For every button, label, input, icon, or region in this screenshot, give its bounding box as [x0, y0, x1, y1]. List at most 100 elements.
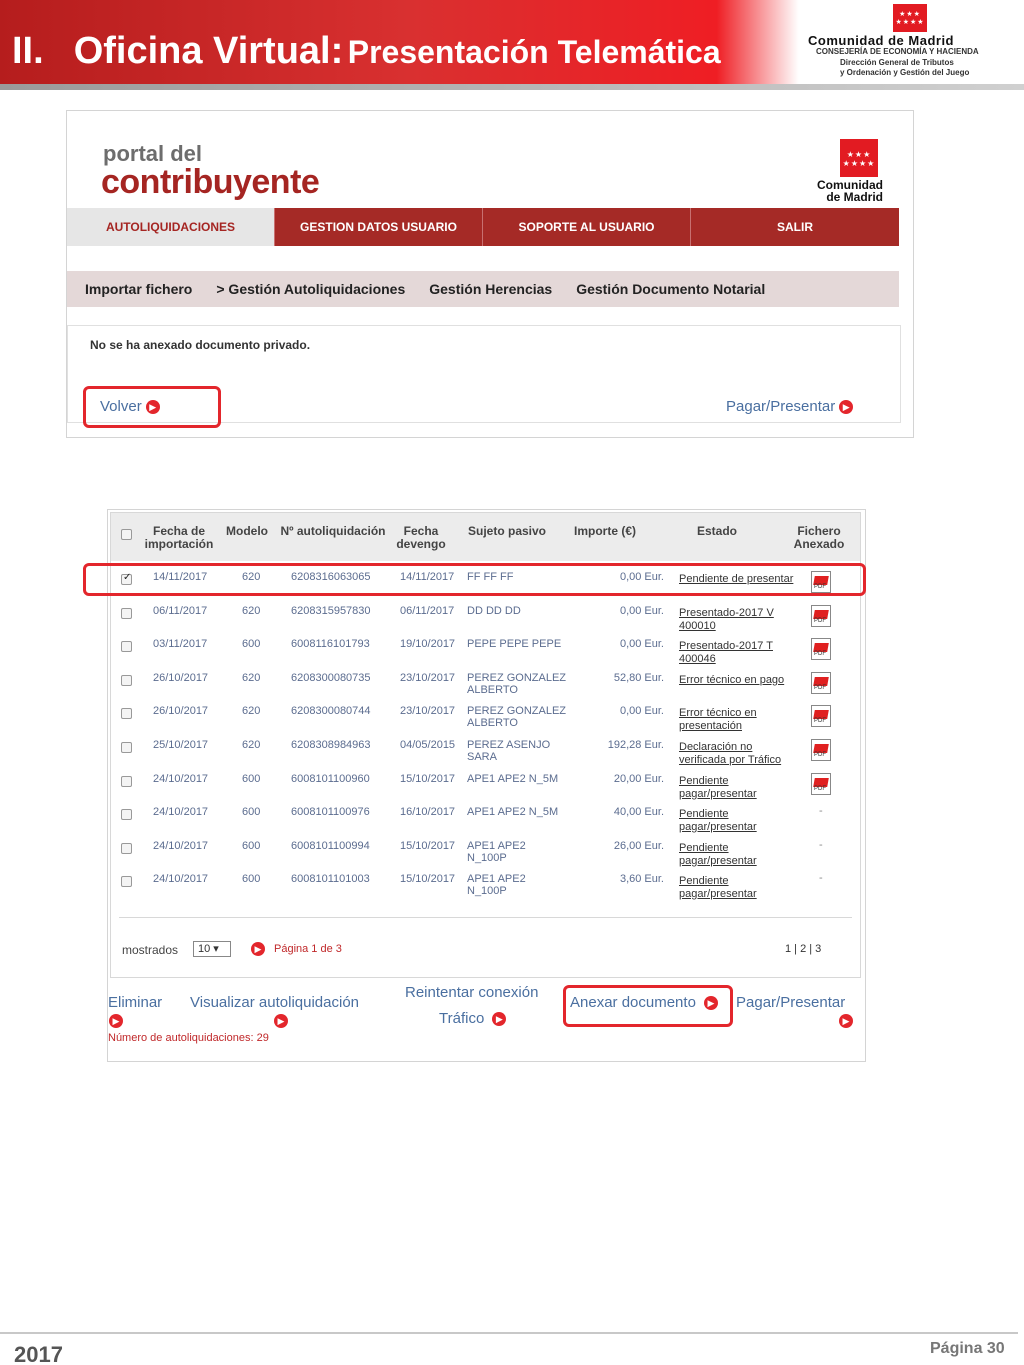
row-checkbox[interactable]	[121, 641, 132, 652]
table-row[interactable]: 06/11/2017 620 6208315957830 06/11/2017 DD D…	[111, 602, 860, 636]
banner-shadow	[0, 84, 1024, 90]
cell-fecha-devengo: 15/10/2017	[400, 873, 456, 885]
table-row[interactable]: 24/10/2017 600 6008101101003 15/10/2017 APE1…	[111, 870, 860, 904]
header-banner: II. Oficina Virtual: Presentación Telemát…	[0, 0, 1024, 90]
pdf-file-icon[interactable]	[811, 605, 831, 627]
tab-autoliquidaciones[interactable]: AUTOLIQUIDACIONES	[67, 208, 275, 246]
col-fecha-devengo: Fecha devengo	[396, 524, 446, 551]
tab-gestion-datos-usuario[interactable]: GESTION DATOS USUARIO	[275, 208, 483, 246]
col-sujeto-pasivo: Sujeto pasivo	[467, 524, 547, 538]
col-modelo: Modelo	[226, 524, 268, 538]
cell-estado-link[interactable]: Pendiente pagar/presentar	[679, 842, 797, 868]
row-checkbox[interactable]	[121, 843, 132, 854]
cell-fecha-importacion: 24/10/2017	[153, 773, 209, 785]
visualizar-link[interactable]: Visualizar autoliquidación	[190, 994, 359, 1011]
message-panel: No se ha anexado documento privado. Volv…	[67, 325, 901, 428]
table-row[interactable]: 03/11/2017 600 6008116101793 19/10/2017 PEPE…	[111, 635, 860, 669]
col-estado: Estado	[696, 524, 737, 538]
table-row[interactable]: 26/10/2017 620 6208300080735 23/10/2017 PERE…	[111, 669, 860, 703]
cell-modelo: 620	[242, 605, 261, 617]
page-size-select[interactable]: 10 ▾	[193, 941, 231, 957]
cell-importe: 0,00 Eur.	[619, 705, 664, 717]
row-checkbox[interactable]	[121, 675, 132, 686]
anexar-documento-link[interactable]: Anexar documento ▶	[570, 994, 718, 1011]
table-row[interactable]: 24/10/2017 600 6008101100960 15/10/2017 APE1…	[111, 770, 860, 804]
no-file-dash: -	[819, 872, 823, 884]
cell-modelo: 620	[242, 705, 261, 717]
section-number: II.	[12, 30, 44, 72]
cell-importe: 52,80 Eur.	[613, 672, 664, 684]
portal-org-name: Comunidad de Madrid	[817, 178, 883, 204]
subnav-gestion-documento-notarial[interactable]: Gestión Documento Notarial	[576, 281, 765, 297]
select-all-checkbox[interactable]	[121, 529, 132, 540]
pdf-file-icon[interactable]	[811, 773, 831, 795]
subnav-gestion-autoliquidaciones[interactable]: > Gestión Autoliquidaciones	[216, 281, 405, 297]
eliminar-link[interactable]: Eliminar	[108, 994, 162, 1011]
no-file-dash: -	[819, 805, 823, 817]
cell-estado-link[interactable]: Declaración no verificada por Tráfico	[679, 741, 797, 767]
row-checkbox[interactable]	[121, 776, 132, 787]
footer-year: 2017	[14, 1342, 63, 1365]
cell-modelo: 600	[242, 840, 261, 852]
cell-num-autoliquidacion: 6208308984963	[291, 739, 371, 751]
cell-fecha-importacion: 03/11/2017	[153, 638, 208, 650]
reintentar-trafico-link[interactable]: Tráfico ▶	[439, 1010, 507, 1027]
next-page-button[interactable]: ▶	[247, 940, 265, 958]
highlight-row-box	[83, 563, 866, 596]
cell-importe: 0,00 Eur.	[619, 638, 664, 650]
tab-salir[interactable]: SALIR	[691, 208, 899, 246]
pdf-file-icon[interactable]	[811, 638, 831, 660]
title-main: Oficina Virtual:	[73, 30, 344, 72]
visualizar-label: Visualizar autoliquidación	[190, 994, 359, 1011]
org-direction: Dirección General de Tributos	[840, 58, 954, 67]
col-importe: Importe (€)	[573, 524, 636, 538]
pagar-arrow[interactable]: ▶	[839, 1012, 853, 1029]
pagar-presentar-link[interactable]: Pagar/Presentar ▶	[726, 398, 854, 415]
table-row[interactable]: 25/10/2017 620 6208308984963 04/05/2015 PERE…	[111, 736, 860, 770]
row-checkbox[interactable]	[121, 608, 132, 619]
pdf-file-icon[interactable]	[811, 705, 831, 727]
volver-link[interactable]: Volver ▶	[100, 398, 160, 415]
cell-fecha-importacion: 24/10/2017	[153, 873, 209, 885]
org-direction-2: y Ordenación y Gestión del Juego	[840, 68, 970, 77]
cell-estado-link[interactable]: Pendiente pagar/presentar	[679, 775, 797, 801]
row-checkbox[interactable]	[121, 742, 132, 753]
eliminar-arrow[interactable]: ▶	[109, 1012, 123, 1029]
cell-fecha-devengo: 06/11/2017	[400, 605, 455, 617]
pagination[interactable]: 1 | 2 | 3	[785, 943, 821, 955]
subnav-importar-fichero[interactable]: Importar fichero	[85, 281, 192, 297]
visualizar-arrow[interactable]: ▶	[274, 1012, 288, 1029]
col-num-autoliquidacion: Nº autoliquidación	[280, 524, 386, 538]
pdf-file-icon[interactable]	[811, 672, 831, 694]
pagar-presentar-link[interactable]: Pagar/Presentar	[736, 994, 845, 1011]
cell-importe: 3,60 Eur.	[619, 873, 664, 885]
reintentar-link[interactable]: Reintentar conexión	[405, 984, 538, 1001]
info-message: No se ha anexado documento privado.	[90, 338, 311, 352]
cell-num-autoliquidacion: 6008101100976	[291, 806, 370, 818]
cell-estado-link[interactable]: Error técnico en pago	[679, 674, 797, 687]
subnav-gestion-herencias[interactable]: Gestión Herencias	[429, 281, 552, 297]
cell-fecha-devengo: 23/10/2017	[400, 705, 456, 717]
sub-navigation: Importar fichero > Gestión Autoliquidaci…	[67, 271, 899, 307]
row-checkbox[interactable]	[121, 708, 132, 719]
tab-soporte-usuario[interactable]: SOPORTE AL USUARIO	[483, 208, 691, 246]
row-checkbox[interactable]	[121, 809, 132, 820]
cell-estado-link[interactable]: Pendiente pagar/presentar	[679, 808, 797, 834]
cell-estado-link[interactable]: Presentado-2017 V 400010	[679, 607, 797, 633]
cell-estado-link[interactable]: Error técnico en presentación	[679, 707, 797, 733]
table-row[interactable]: 24/10/2017 600 6008101100994 15/10/2017 APE1…	[111, 837, 860, 871]
table-row[interactable]: 24/10/2017 600 6008101100976 16/10/2017 APE1…	[111, 803, 860, 837]
arrow-right-icon: ▶	[109, 1014, 123, 1028]
pagar-label: Pagar/Presentar	[736, 994, 846, 1011]
arrow-right-icon: ▶	[839, 1014, 853, 1028]
cell-fecha-devengo: 15/10/2017	[400, 840, 456, 852]
row-checkbox[interactable]	[121, 876, 132, 887]
cell-estado-link[interactable]: Presentado-2017 T 400046	[679, 640, 797, 666]
portal-screenshot: portal del contribuyente ★★★ ★★★★ Comunid…	[66, 110, 914, 438]
cell-sujeto-pasivo: APE1 APE2 N_5M	[467, 773, 559, 785]
cell-estado-link[interactable]: Pendiente pagar/presentar	[679, 875, 797, 901]
pdf-file-icon[interactable]	[811, 739, 831, 761]
col-fichero-anexado: Fichero Anexado	[793, 524, 845, 551]
arrow-right-icon: ▶	[274, 1014, 288, 1028]
table-row[interactable]: 26/10/2017 620 6208300080744 23/10/2017 PERE…	[111, 702, 860, 736]
